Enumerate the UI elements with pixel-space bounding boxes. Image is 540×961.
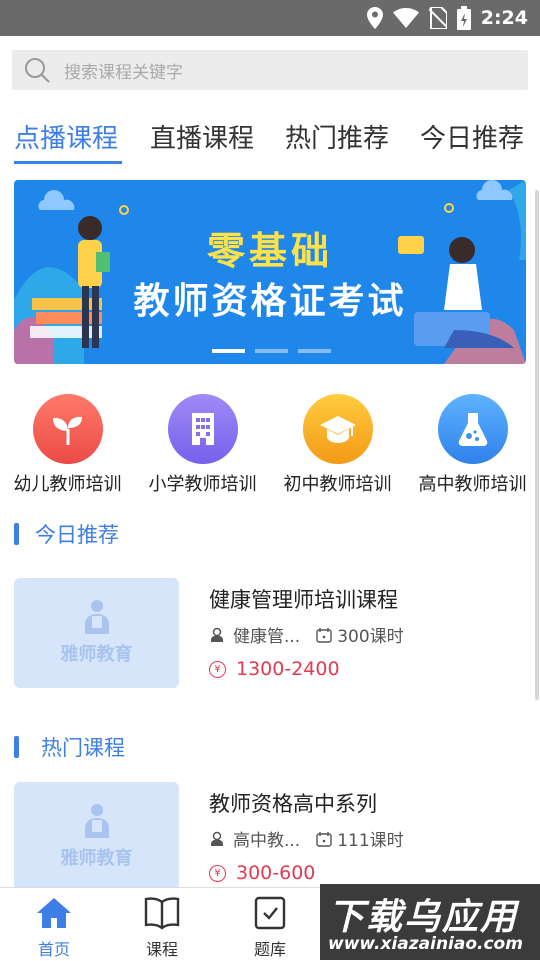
course-meta: 高中教... 111课时 [209,826,404,851]
banner-title: 零基础 [206,229,333,273]
course-tabs: 点播课程 直播课程 热门推荐 今日推荐 [0,118,540,166]
course-teacher: 高中教... [233,831,301,851]
course-meta: 健康管... 300课时 [209,622,404,647]
watermark: 下载乌应用 www.xiazainiao.com [320,884,540,960]
category-middle-school[interactable]: 初中教师培训 [270,394,405,496]
course-lessons: 111课时 [337,831,404,851]
category-label: 高中教师培训 [418,474,527,495]
nav-label: 首页 [37,940,70,959]
banner-dot[interactable] [255,349,288,353]
watermark-text: 下载乌应用 [328,897,519,938]
nav-home[interactable]: 首页 [0,896,108,960]
search-input[interactable]: 搜索课程关键字 [64,58,183,83]
category-primary[interactable]: 小学教师培训 [135,394,270,496]
search-icon [25,58,50,83]
thumbnail-brand: 雅师教育 [60,848,133,869]
category-high-school[interactable]: 高中教师培训 [405,394,540,496]
course-thumbnail[interactable]: 雅师教育 [14,782,179,892]
home-icon [37,898,71,928]
tab-live[interactable]: 直播课程 [150,118,254,155]
course-card[interactable]: 雅师教育 健康管理师培训课程 健康管... 300课时 ¥ 1300-2400 [14,578,524,688]
graduation-cap-icon [302,394,373,464]
promo-banner[interactable]: 零基础 教师资格证考试 [14,180,526,364]
flask-icon [437,394,508,464]
teacher-icon [211,831,223,846]
status-time: 2:24 [480,7,528,29]
wifi-icon [392,8,419,28]
nav-question-bank[interactable]: 题库 [216,896,324,960]
category-label: 初中教师培训 [283,474,392,495]
nav-courses[interactable]: 课程 [108,896,216,960]
section-title: 热门课程 [41,736,125,760]
course-teacher: 健康管... [233,627,301,647]
section-marker [14,523,19,545]
banner-dot[interactable] [298,349,331,353]
category-grid: 幼儿教师培训 小学教师培训 初中教师培训 高中教师培训 [0,394,540,496]
teacher-icon [211,627,223,642]
section-header-today: 今日推荐 [14,519,119,549]
category-label: 幼儿教师培训 [13,474,122,495]
banner-subtitle: 教师资格证考试 [133,281,407,322]
course-price: ¥ 1300-2400 [209,658,340,680]
thumbnail-brand: 雅师教育 [60,644,133,665]
tab-active-indicator [14,161,122,164]
course-lessons: 300课时 [337,627,404,647]
course-price-value: 300-600 [236,862,316,884]
section-title: 今日推荐 [35,523,119,547]
checklist-icon [254,896,286,930]
course-card[interactable]: 雅师教育 教师资格高中系列 高中教... 111课时 ¥ 300-600 [14,782,524,892]
location-icon [366,7,383,29]
tab-on-demand[interactable]: 点播课程 [14,118,118,155]
nav-label: 课程 [145,940,178,959]
sprout-icon [32,394,103,464]
calendar-icon [316,831,332,847]
course-title[interactable]: 健康管理师培训课程 [209,584,398,614]
status-bar: 2:24 [0,0,540,36]
yen-icon: ¥ [209,864,226,882]
scrollbar[interactable] [535,190,539,700]
yen-icon: ¥ [209,660,226,678]
tab-today[interactable]: 今日推荐 [420,118,524,155]
category-label: 小学教师培训 [148,474,257,495]
book-icon [144,897,180,930]
no-sim-icon [428,7,447,29]
tab-popular[interactable]: 热门推荐 [285,118,389,155]
section-header-popular: 热门课程 [14,732,125,762]
course-title[interactable]: 教师资格高中系列 [209,788,377,818]
building-icon [167,394,238,464]
battery-icon [456,6,471,30]
course-price: ¥ 300-600 [209,862,315,884]
teacher-icon [85,600,109,634]
banner-pagination [212,349,331,353]
search-bar[interactable]: 搜索课程关键字 [12,50,528,90]
watermark-url: www.xiazainiao.com [328,934,523,954]
course-thumbnail[interactable]: 雅师教育 [14,578,179,688]
calendar-icon [316,627,332,643]
banner-dot[interactable] [212,349,245,353]
section-marker [14,736,19,758]
course-price-value: 1300-2400 [236,658,340,680]
nav-label: 题库 [253,940,286,959]
teacher-icon [85,804,109,838]
category-kindergarten[interactable]: 幼儿教师培训 [0,394,135,496]
